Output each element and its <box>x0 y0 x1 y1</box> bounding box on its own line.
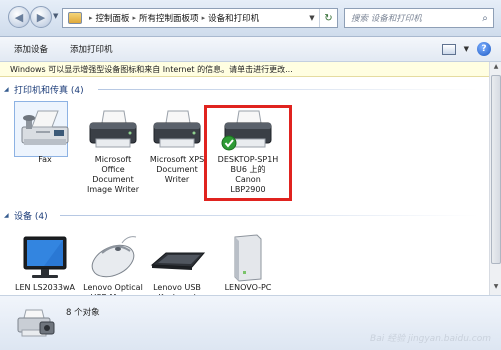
add-device-button[interactable]: 添加设备 <box>0 43 56 55</box>
device-label: LEN LS2033wA <box>15 283 75 292</box>
forward-arrow-icon: ▶ <box>36 10 46 24</box>
command-bar: 添加设备 添加打印机 ▼ ? <box>0 37 501 62</box>
printers-group-title: 打印机和传真 (4) <box>14 86 84 96</box>
devices-group-title: 设备 (4) <box>14 212 48 222</box>
view-dropdown-icon[interactable]: ▼ <box>464 45 469 53</box>
refresh-icon[interactable]: ↻ <box>319 9 337 27</box>
status-bar: 8 个对象 Bai 经验 jingyan.baidu.com <box>0 295 501 350</box>
scroll-down-icon[interactable]: ▼ <box>491 283 501 294</box>
device-label: Lenovo USB Keyboard <box>153 283 201 295</box>
help-icon[interactable]: ? <box>477 42 491 56</box>
recent-pages-dropdown-icon[interactable]: ▼ <box>53 12 58 20</box>
device-item-computer[interactable]: LENOVO-PC <box>217 231 279 293</box>
info-bar-message[interactable]: Windows 可以显示增强型设备图标和来自 Internet 的信息。请单击进… <box>10 64 293 75</box>
breadcrumb-devices-printers[interactable]: 设备和打印机 <box>208 12 259 24</box>
devices-group-header[interactable]: ◢ 设备 (4) <box>4 209 48 222</box>
monitor-icon <box>14 231 76 283</box>
navigation-bar: ◀ ▶ ▼ ▸ 控制面板 ▸ 所有控制面板项 ▸ 设备和打印机 ▼ ↻ 搜索 设… <box>0 0 501 37</box>
collapse-icon[interactable]: ◢ <box>4 86 14 93</box>
device-item-keyboard[interactable]: Lenovo USB Keyboard <box>146 231 208 295</box>
mouse-icon <box>82 231 144 283</box>
breadcrumb-chevron-icon[interactable]: ▸ <box>202 14 206 22</box>
back-arrow-icon: ◀ <box>14 10 24 24</box>
device-label: DESKTOP-SP1H BU6 上的 Canon LBP2900 <box>217 155 279 194</box>
device-item-mouse[interactable]: Lenovo Optical USB Mouse <box>82 231 144 295</box>
device-label: Lenovo Optical USB Mouse <box>83 283 143 295</box>
devices-summary-icon <box>17 309 55 337</box>
group-divider <box>98 89 478 90</box>
printer-icon <box>82 103 144 155</box>
printer-icon <box>146 103 208 155</box>
breadcrumb-chevron-icon[interactable]: ▸ <box>89 14 93 22</box>
vertical-scrollbar[interactable]: ▲ ▼ <box>489 62 501 295</box>
search-box[interactable]: 搜索 设备和打印机 ⌕ <box>344 8 494 28</box>
device-item-canon-lbp2900[interactable]: DESKTOP-SP1H BU6 上的 Canon LBP2900 <box>217 103 279 195</box>
search-icon[interactable]: ⌕ <box>477 13 493 24</box>
fax-icon <box>14 103 76 155</box>
device-label: Fax <box>38 155 52 164</box>
address-bar[interactable]: ▸ 控制面板 ▸ 所有控制面板项 ▸ 设备和打印机 ▼ ↻ <box>62 8 338 28</box>
scroll-up-icon[interactable]: ▲ <box>491 63 501 74</box>
breadcrumb-control-panel[interactable]: 控制面板 <box>96 12 130 24</box>
printers-group-header[interactable]: ◢ 打印机和传真 (4) <box>4 83 84 96</box>
address-dropdown-icon[interactable]: ▼ <box>305 14 319 22</box>
device-label: Microsoft XPS Document Writer <box>149 155 205 184</box>
device-item-monitor[interactable]: LEN LS2033wA <box>14 231 76 293</box>
info-bar[interactable]: Windows 可以显示增强型设备图标和来自 Internet 的信息。请单击进… <box>0 62 489 77</box>
printer-default-icon <box>217 103 279 155</box>
computer-tower-icon <box>217 231 279 283</box>
search-input[interactable]: 搜索 设备和打印机 <box>351 12 477 24</box>
control-panel-icon <box>68 12 82 24</box>
device-label: LENOVO-PC <box>224 283 272 292</box>
device-item-xps-writer[interactable]: Microsoft XPS Document Writer <box>146 103 208 185</box>
device-list: ◢ 打印机和传真 (4) Fax Microsoft Office Docume… <box>0 77 489 295</box>
scrollbar-thumb[interactable] <box>491 75 501 264</box>
add-printer-button[interactable]: 添加打印机 <box>56 43 121 55</box>
device-item-office-image-writer[interactable]: Microsoft Office Document Image Writer <box>82 103 144 195</box>
breadcrumb-all-items[interactable]: 所有控制面板项 <box>139 12 199 24</box>
group-divider <box>60 215 478 216</box>
item-count: 8 个对象 <box>66 308 100 318</box>
view-options-icon[interactable] <box>441 43 456 55</box>
breadcrumb-chevron-icon[interactable]: ▸ <box>133 14 137 22</box>
device-item-fax[interactable]: Fax <box>14 103 76 165</box>
watermark: Bai 经验 jingyan.baidu.com <box>370 334 491 344</box>
back-button[interactable]: ◀ <box>8 6 30 28</box>
collapse-icon[interactable]: ◢ <box>4 212 14 219</box>
device-label: Microsoft Office Document Image Writer <box>86 155 139 194</box>
devices-and-printers-window: ◀ ▶ ▼ ▸ 控制面板 ▸ 所有控制面板项 ▸ 设备和打印机 ▼ ↻ 搜索 设… <box>0 0 501 350</box>
keyboard-icon <box>146 231 208 283</box>
forward-button[interactable]: ▶ <box>30 6 52 28</box>
